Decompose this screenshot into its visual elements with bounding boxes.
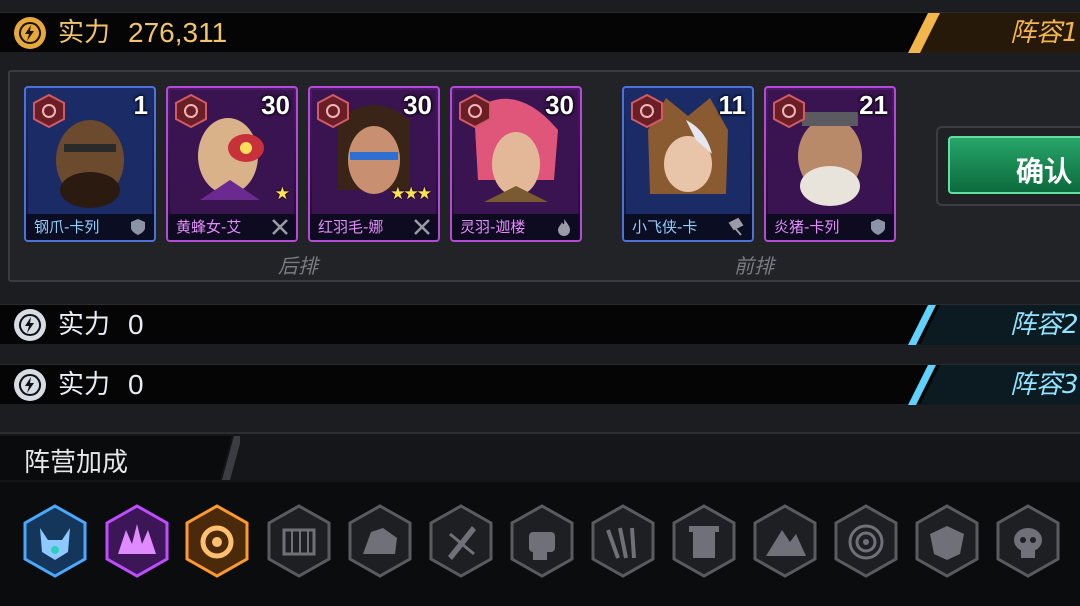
confirm-button-face: 确认 [948, 136, 1080, 194]
mountain-faction-icon[interactable] [752, 504, 818, 578]
lineup-1-name[interactable]: 阵容1 [1010, 15, 1080, 51]
lineup-3-power-bar[interactable]: 实力 0 阵容3 [0, 364, 1080, 405]
hero-level: 1 [133, 90, 148, 120]
rank-badge-icon [773, 94, 805, 128]
front-row-label: 前排 [734, 254, 774, 278]
hero-level: 30 [261, 90, 290, 120]
shield-faction-icon[interactable] [914, 504, 980, 578]
rank-badge-icon [175, 94, 207, 128]
hero-stars: ★★★ [390, 184, 432, 204]
lineup-2-name[interactable]: 阵容2 [1010, 307, 1080, 343]
skull-faction-icon[interactable] [995, 504, 1061, 578]
power-label: 实力 [58, 310, 111, 340]
tank-icon [871, 219, 885, 235]
hero-card[interactable]: 30 ★ 黄蜂女-艾 [166, 86, 298, 242]
back-row-label: 后排 [278, 254, 318, 278]
fist-faction-icon[interactable] [509, 504, 575, 578]
power-label: 实力 [58, 18, 111, 48]
hero-card[interactable]: 30 ★★★ 红羽毛-娜 [308, 86, 440, 242]
lightning-power-icon [14, 369, 46, 401]
lineup-2-power-bar[interactable]: 实力 0 阵容2 [0, 304, 1080, 345]
spiral-faction-icon[interactable] [833, 504, 899, 578]
beast-faction-icon[interactable] [104, 504, 170, 578]
confirm-button-label: 确认 [1016, 155, 1073, 188]
gear-faction-icon[interactable] [184, 504, 250, 578]
faction-bonus-title: 阵营加成 [24, 448, 129, 478]
power-value: 276,311 [128, 17, 228, 48]
hero-name: 小飞侠-卡 [632, 218, 698, 236]
flame-icon [558, 219, 570, 236]
hero-name-strip: 红羽毛-娜 [310, 214, 438, 240]
lineup-3-name[interactable]: 阵容3 [1010, 367, 1080, 403]
crossed-swords-icon [414, 219, 430, 235]
tower-faction-icon[interactable] [671, 504, 737, 578]
hero-level: 11 [718, 90, 747, 120]
faction-bonus-tab: 阵营加成 [0, 436, 240, 480]
hero-level: 30 [403, 90, 432, 120]
hero-name: 炎猪-卡列 [774, 218, 840, 236]
hero-name-strip: 黄蜂女-艾 [168, 214, 296, 240]
wolf-faction-icon[interactable] [22, 504, 88, 578]
confirm-button[interactable]: 确认 [936, 126, 1080, 206]
hero-level: 30 [545, 90, 574, 120]
power-value: 0 [128, 309, 144, 340]
rank-badge-icon [33, 94, 65, 128]
hero-name: 灵羽-迦楼 [460, 218, 526, 236]
hero-name: 红羽毛-娜 [318, 218, 384, 236]
claw-faction-icon[interactable] [590, 504, 656, 578]
hero-level: 21 [859, 90, 888, 120]
lineup-1-power-bar[interactable]: 实力 276,311 阵容1 [0, 12, 1080, 53]
hammer-icon [728, 217, 744, 236]
rank-badge-icon [459, 94, 491, 128]
hero-name: 黄蜂女-艾 [176, 218, 242, 236]
power-label: 实力 [58, 370, 111, 400]
hero-name: 钢爪-卡列 [34, 218, 100, 236]
cage-faction-icon[interactable] [266, 504, 332, 578]
hero-card[interactable]: 30 灵羽-迦楼 [450, 86, 582, 242]
hero-card[interactable]: 11 小飞侠-卡 [622, 86, 754, 242]
tank-icon [131, 219, 145, 235]
hero-stars: ★ [274, 184, 290, 204]
crossed-swords-icon [272, 219, 288, 235]
hero-name-strip: 灵羽-迦楼 [452, 214, 580, 240]
hero-name-strip: 炎猪-卡列 [766, 214, 894, 240]
power-value: 0 [128, 369, 144, 400]
hero-card[interactable]: 21 炎猪-卡列 [764, 86, 896, 242]
hero-name-strip: 钢爪-卡列 [26, 214, 154, 240]
rank-badge-icon [317, 94, 349, 128]
hero-name-strip: 小飞侠-卡 [624, 214, 752, 240]
blade-faction-icon[interactable] [428, 504, 494, 578]
hero-card[interactable]: 1 钢爪-卡列 [24, 86, 156, 242]
lightning-power-icon [14, 309, 46, 341]
rank-badge-icon [631, 94, 663, 128]
rock-faction-icon[interactable] [347, 504, 413, 578]
lightning-power-icon [14, 17, 46, 49]
